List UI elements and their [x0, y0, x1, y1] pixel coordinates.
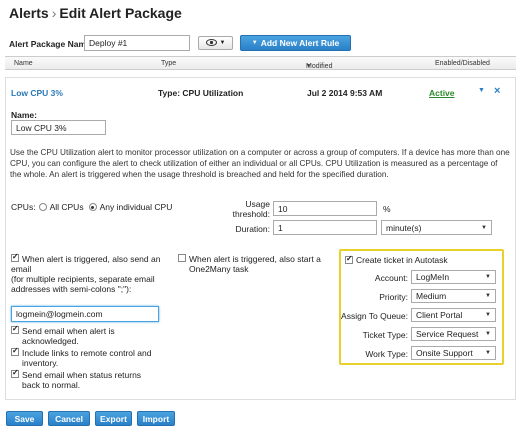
chevron-down-icon: ▼ — [219, 40, 226, 46]
create-ticket-label: Create ticket in Autotask — [356, 255, 448, 265]
breadcrumb-separator: › — [51, 5, 57, 21]
normal-email-label: Send email when status returns back to n… — [22, 370, 142, 390]
create-ticket-option: Create ticket in Autotask — [345, 254, 448, 265]
cancel-button[interactable]: Cancel — [48, 411, 90, 426]
rule-name-input[interactable] — [11, 120, 106, 135]
ticket-type-value: Service Request — [416, 329, 479, 339]
send-email-hint: (for multiple recipients, separate email… — [11, 274, 155, 294]
usage-threshold-label: Usage threshold: — [232, 199, 270, 219]
priority-label: Priority: — [379, 292, 408, 302]
breadcrumb-alerts[interactable]: Alerts — [9, 5, 49, 21]
include-links-checkbox[interactable] — [11, 346, 19, 356]
rule-description: Use the CPU Utilization alert to monitor… — [10, 148, 510, 179]
visibility-dropdown-button[interactable]: ▼ — [198, 36, 233, 50]
one2many-checkbox[interactable] — [178, 254, 186, 262]
eye-icon — [205, 38, 217, 48]
all-cpus-radio[interactable] — [38, 203, 47, 211]
save-button[interactable]: Save — [6, 411, 43, 426]
export-button[interactable]: Export — [95, 411, 132, 426]
package-name-input[interactable] — [84, 35, 190, 51]
account-select[interactable]: LogMeIn ▼ — [411, 270, 496, 284]
import-button[interactable]: Import — [137, 411, 175, 426]
rule-name-label: Name: — [11, 110, 37, 120]
work-type-value: Onsite Support — [416, 348, 473, 358]
rule-modified: Jul 2 2014 9:53 AM — [307, 88, 383, 98]
add-alert-rule-label: Add New Alert Rule — [260, 38, 340, 48]
send-email-checkbox[interactable] — [11, 252, 19, 262]
usage-unit: % — [383, 204, 391, 214]
email-address-input[interactable] — [11, 306, 159, 322]
column-enabled[interactable]: Enabled/Disabled — [435, 60, 490, 67]
one2many-label: When alert is triggered, also start a On… — [189, 254, 321, 274]
ticket-type-label: Ticket Type: — [362, 330, 408, 340]
cpus-row: CPUs: All CPUs Any individual CPU — [11, 202, 172, 212]
duration-input[interactable] — [273, 220, 377, 235]
normal-email-option: Send email when status returns back to n… — [11, 368, 161, 390]
chevron-down-icon: ▼ — [481, 224, 487, 231]
chevron-down-icon: ▼ — [485, 312, 491, 318]
work-type-select[interactable]: Onsite Support ▼ — [411, 346, 496, 360]
add-alert-rule-button[interactable]: ▼ Add New Alert Rule — [240, 35, 351, 51]
all-cpus-label: All CPUs — [49, 202, 84, 212]
ack-email-checkbox[interactable] — [11, 324, 19, 334]
close-icon[interactable]: × — [494, 85, 500, 97]
chevron-down-icon: ▼ — [485, 293, 491, 299]
package-name-label: Alert Package Name — [9, 39, 91, 49]
cpus-label: CPUs: — [11, 202, 36, 212]
dropdown-arrow-icon: ▼ — [251, 40, 258, 46]
page-title: Alerts › Edit Alert Package — [9, 5, 182, 21]
chevron-down-icon: ▼ — [485, 274, 491, 280]
priority-value: Medium — [416, 291, 447, 301]
include-links-option: Include links to remote control and inve… — [11, 346, 161, 368]
include-links-label: Include links to remote control and inve… — [22, 348, 152, 368]
rule-name-link[interactable]: Low CPU 3% — [11, 88, 63, 98]
normal-email-checkbox[interactable] — [11, 368, 19, 378]
usage-threshold-input[interactable] — [273, 201, 377, 216]
assign-queue-select[interactable]: Client Portal ▼ — [411, 308, 496, 322]
page-title-text: Edit Alert Package — [59, 5, 182, 21]
table-header: Name Type Modified ▼ Enabled/Disabled — [5, 56, 516, 70]
priority-select[interactable]: Medium ▼ — [411, 289, 496, 303]
send-email-option: When alert is triggered, also send an em… — [11, 252, 166, 274]
duration-unit-select[interactable]: minute(s) ▼ — [381, 220, 492, 235]
ack-email-option: Send email when alert is acknowledged. — [11, 324, 161, 346]
sort-icon: ▼ — [306, 63, 311, 69]
assign-queue-value: Client Portal — [416, 310, 463, 320]
ack-email-label: Send email when alert is acknowledged. — [22, 326, 115, 346]
duration-unit-value: minute(s) — [386, 222, 422, 233]
assign-queue-label: Assign To Queue: — [341, 311, 408, 321]
one2many-option: When alert is triggered, also start a On… — [178, 254, 333, 274]
individual-cpu-radio[interactable] — [88, 203, 97, 211]
column-name[interactable]: Name — [14, 60, 33, 67]
rule-type: Type: CPU Utilization — [158, 88, 244, 98]
ticket-type-select[interactable]: Service Request ▼ — [411, 327, 496, 341]
account-value: LogMeIn — [416, 272, 450, 282]
work-type-label: Work Type: — [365, 349, 408, 359]
chevron-down-icon: ▼ — [485, 350, 491, 356]
chevron-down-icon: ▼ — [485, 331, 491, 337]
rule-menu-chevron-icon[interactable]: ▼ — [478, 87, 485, 94]
duration-label: Duration: — [235, 224, 271, 234]
create-ticket-checkbox[interactable] — [345, 254, 353, 264]
rule-status-toggle[interactable]: Active — [429, 88, 455, 98]
individual-cpu-label: Any individual CPU — [99, 202, 173, 212]
account-label: Account: — [374, 273, 408, 283]
column-type[interactable]: Type — [161, 60, 176, 67]
send-email-label: When alert is triggered, also send an em… — [11, 254, 161, 274]
